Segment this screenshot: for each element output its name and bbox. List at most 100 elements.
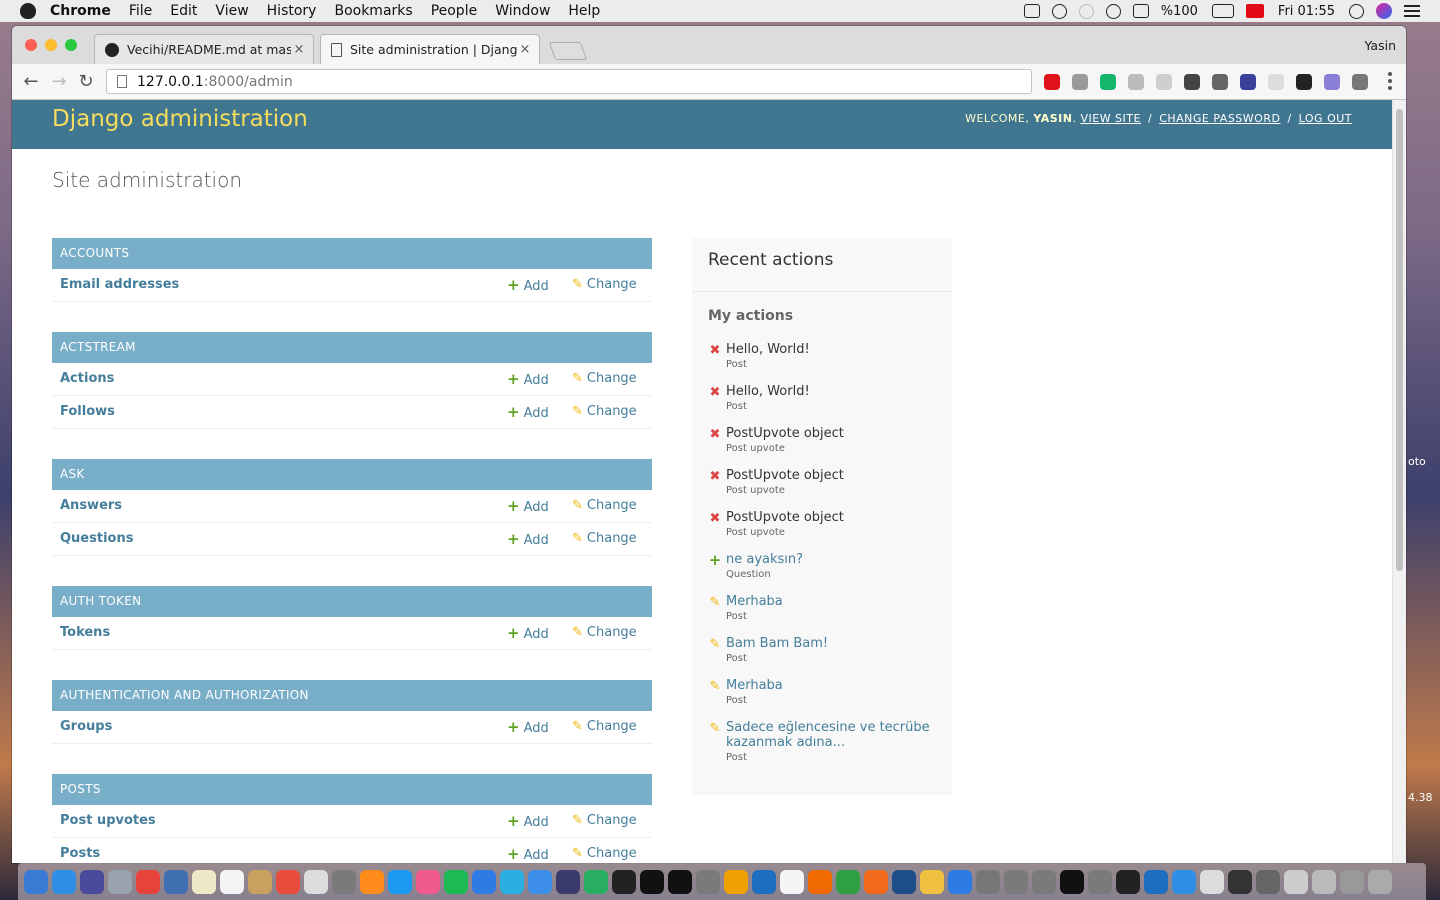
add-link[interactable]: + Add [507,711,549,745]
extension-icon[interactable] [1100,74,1116,90]
extension-icon[interactable] [1212,74,1228,90]
dock-app-icon[interactable] [612,869,636,894]
tab-site-administration[interactable]: Site administration | Django sit × [320,34,540,64]
change-link[interactable]: ✎ Change [572,617,637,649]
app-caption[interactable]: ACTSTREAM [52,332,652,363]
change-link[interactable]: ✎ Change [572,363,637,395]
model-link[interactable]: Post upvotes [60,805,156,837]
action-title[interactable]: Merhaba [726,678,938,693]
page-scrollbar[interactable] [1392,100,1406,863]
dock-app-icon[interactable] [1256,869,1280,894]
dock-app-icon[interactable] [920,869,944,894]
model-link[interactable]: Follows [60,396,115,428]
tab-close-icon[interactable]: × [291,42,307,57]
menu-file[interactable]: File [129,3,152,19]
bluetooth-icon[interactable] [1078,3,1094,19]
change-link[interactable]: ✎ Change [572,269,637,301]
address-bar[interactable]: 127.0.0.1:8000/admin [106,69,1032,94]
recent-action-item[interactable]: ✎ Merhaba Post [708,678,938,706]
app-caption[interactable]: POSTS [52,774,652,805]
dock-app-icon[interactable] [304,869,328,894]
extension-icon[interactable] [1268,74,1284,90]
add-link[interactable]: + Add [507,490,549,524]
extension-icon[interactable] [1072,74,1088,90]
change-link[interactable]: ✎ Change [572,490,637,522]
dock-app-icon[interactable] [864,869,888,894]
recent-action-item[interactable]: + ne ayaksın? Question [708,551,938,580]
dock-app-icon[interactable] [1368,869,1392,894]
dock-app-icon[interactable] [1340,869,1364,894]
dock-app-icon[interactable] [360,869,384,894]
add-link[interactable]: + Add [507,523,549,557]
model-link[interactable]: Tokens [60,617,110,649]
input-source-flag-icon[interactable] [1245,4,1264,18]
dock-app-icon[interactable] [696,869,720,894]
menu-history[interactable]: History [267,3,317,19]
site-branding[interactable]: Django administration [52,106,308,132]
extension-icon[interactable] [1156,74,1172,90]
model-link[interactable]: Posts [60,838,100,863]
extension-icon[interactable] [1296,74,1312,90]
dock-app-icon[interactable] [976,869,1000,894]
reload-icon[interactable]: ↻ [75,71,97,93]
dock-app-icon[interactable] [668,869,692,894]
forward-arrow-icon[interactable]: → [48,71,70,93]
window-zoom-button[interactable] [65,39,77,51]
model-link[interactable]: Questions [60,523,133,555]
dock-app-icon[interactable] [1060,869,1084,894]
dock-app-icon[interactable] [808,869,832,894]
recent-action-item[interactable]: ✎ Merhaba Post [708,594,938,622]
app-caption[interactable]: AUTHENTICATION AND AUTHORIZATION [52,680,652,711]
dock-app-icon[interactable] [584,869,608,894]
notification-center-icon[interactable] [1404,5,1420,17]
extension-icon[interactable] [1184,74,1200,90]
dock-app-icon[interactable] [444,869,468,894]
spotlight-search-icon[interactable] [1349,3,1364,19]
battery-icon[interactable] [1211,4,1234,18]
dock-app-icon[interactable] [1144,869,1168,894]
dock-app-icon[interactable] [556,869,580,894]
model-link[interactable]: Actions [60,363,114,395]
dock-app-icon[interactable] [1200,869,1224,894]
dock-app-icon[interactable] [276,869,300,894]
dock-app-icon[interactable] [472,869,496,894]
extension-icon[interactable] [1044,74,1060,90]
menu-app-chrome[interactable]: Chrome [50,3,111,19]
window-minimize-button[interactable] [45,39,57,51]
menu-people[interactable]: People [431,3,478,19]
dock-app-icon[interactable] [1284,869,1308,894]
dock-app-icon[interactable] [836,869,860,894]
change-link[interactable]: ✎ Change [572,523,637,555]
dock-app-icon[interactable] [780,869,804,894]
change-link[interactable]: ✎ Change [572,396,637,428]
dock-app-icon[interactable] [136,869,160,894]
dock-app-icon[interactable] [640,869,664,894]
tab-close-icon[interactable]: × [517,42,533,57]
app-caption[interactable]: AUTH TOKEN [52,586,652,617]
menubar-clock[interactable]: Fri 01:55 [1278,4,1335,19]
dock-app-icon[interactable] [948,869,972,894]
dock-app-icon[interactable] [1032,869,1056,894]
dock-app-icon[interactable] [500,869,524,894]
wifi-icon[interactable] [1105,3,1121,19]
action-title[interactable]: Merhaba [726,594,938,609]
add-link[interactable]: + Add [507,838,549,863]
menu-edit[interactable]: Edit [170,3,197,19]
log-out-link[interactable]: Log out [1299,112,1352,125]
dock-app-icon[interactable] [1228,869,1252,894]
profile-button[interactable]: Yasin [1365,38,1396,53]
model-link[interactable]: Groups [60,711,112,743]
tab-github-readme[interactable]: Vecihi/README.md at master × [94,34,314,64]
dock-app-icon[interactable] [528,869,552,894]
change-link[interactable]: ✎ Change [572,838,637,863]
dock-app-icon[interactable] [332,869,356,894]
menu-window[interactable]: Window [495,3,550,19]
extension-icon[interactable] [1352,74,1368,90]
dock-app-icon[interactable] [192,869,216,894]
scrollbar-thumb[interactable] [1396,109,1403,571]
change-link[interactable]: ✎ Change [572,805,637,837]
model-link[interactable]: Email addresses [60,269,179,301]
app-caption[interactable]: ASK [52,459,652,490]
dock-app-icon[interactable] [724,869,748,894]
view-site-link[interactable]: View site [1080,112,1141,125]
